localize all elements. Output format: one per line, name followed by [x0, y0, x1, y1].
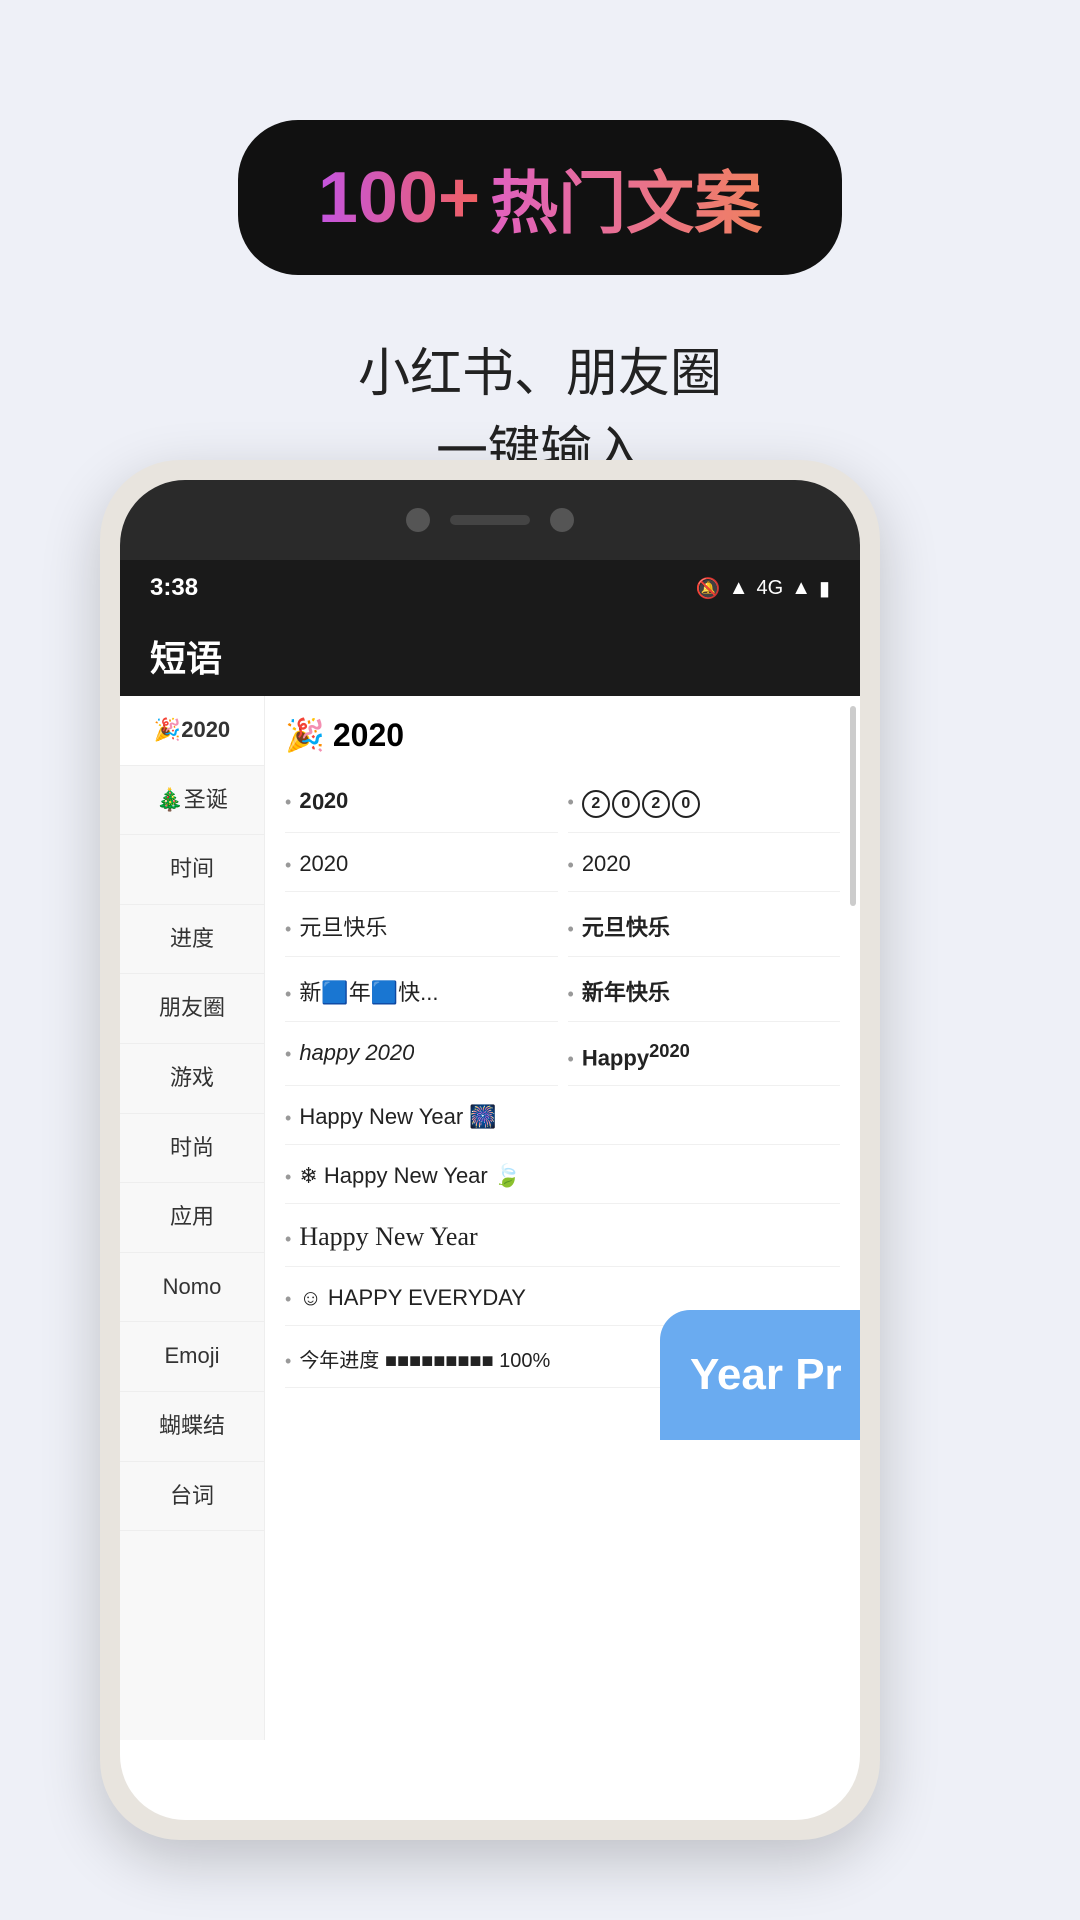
wifi-icon: ▲ [729, 577, 749, 600]
bullet: • [568, 855, 574, 876]
category-emoji: 🎉 [285, 716, 325, 754]
list-item[interactable]: • Happy2020 [568, 1026, 841, 1086]
camera-dot-2 [550, 508, 574, 532]
phone-inner: 3:38 🔕 ▲ 4G ▲ ▮ 短语 🎉2020 🎄圣诞 [120, 480, 860, 1820]
sidebar-item-moments[interactable]: 朋友圈 [120, 974, 264, 1044]
item-xinnian2: 新年快乐 [582, 975, 670, 1007]
signal-icon: ▲ [791, 577, 811, 600]
list-item[interactable]: • 2020 [568, 837, 841, 892]
app-header: 短语 [120, 616, 860, 696]
list-item[interactable]: • Happy New Year [285, 1208, 840, 1267]
item-2020-stylized: 2020 [299, 788, 348, 814]
list-item[interactable]: • 元旦快乐 [568, 896, 841, 957]
speech-bubble: Year Pr [660, 1310, 860, 1440]
list-item[interactable]: • 2020 [285, 837, 558, 892]
bullet: • [285, 1044, 291, 1065]
badge-text: 热门文案 [490, 148, 762, 247]
status-icons: 🔕 ▲ 4G ▲ ▮ [696, 576, 830, 601]
list-item[interactable]: • 2020 [285, 774, 558, 833]
sidebar-item-app[interactable]: 应用 [120, 1183, 264, 1253]
subtitle-line1: 小红书、朋友圈 [358, 345, 722, 403]
item-newyear-zh: 元旦快乐 [299, 910, 387, 942]
item-hny-script: Happy New Year [299, 1222, 477, 1252]
network-icon: 4G [757, 577, 784, 600]
bullet: • [285, 792, 291, 813]
bullet: • [285, 919, 291, 940]
item-hny-snowflake: ❄ Happy New Year 🍃 [299, 1163, 521, 1189]
list-item[interactable]: • 元旦快乐 [285, 896, 558, 957]
list-item[interactable]: • ❄ Happy New Year 🍃 [285, 1149, 840, 1204]
sidebar-item-christmas[interactable]: 🎄圣诞 [120, 766, 264, 836]
bullet: • [285, 1167, 291, 1188]
item-hny-emoji: Happy New Year 🎆 [299, 1104, 496, 1130]
sidebar-item-nomo[interactable]: Nomo [120, 1253, 264, 1323]
app-content: 🎉2020 🎄圣诞 时间 进度 朋友圈 游戏 时尚 应用 Nomo Emoji … [120, 696, 860, 1740]
sidebar-item-lines[interactable]: 台词 [120, 1462, 264, 1532]
circled-digits: 2 0 2 0 [582, 790, 700, 818]
bullet: • [285, 1108, 291, 1129]
item-2020-plain: 2020 [299, 851, 348, 877]
badge: 100+ 热门文案 [238, 120, 842, 275]
bullet: • [285, 984, 291, 1005]
sidebar-item-game[interactable]: 游戏 [120, 1044, 264, 1114]
bullet: • [285, 1229, 291, 1250]
sidebar-item-progress[interactable]: 进度 [120, 905, 264, 975]
progress-blocks: ■■■■■■■■■ [385, 1350, 494, 1373]
item-happy2020-bold: Happy2020 [582, 1040, 690, 1071]
item-happy2020-italic: happy 2020 [299, 1040, 414, 1066]
status-time: 3:38 [150, 574, 198, 602]
item-progress: 今年进度 ■■■■■■■■■ 100% [299, 1344, 550, 1373]
bullet: • [568, 1049, 574, 1070]
scrollbar[interactable] [850, 706, 856, 906]
top-section: 100+ 热门文案 小红书、朋友圈 一键输入 [0, 0, 1080, 491]
item-2020-circled: 2 0 2 0 [582, 788, 700, 818]
sidebar-item-fashion[interactable]: 时尚 [120, 1114, 264, 1184]
phone-mockup: 3:38 🔕 ▲ 4G ▲ ▮ 短语 🎉2020 🎄圣诞 [100, 460, 880, 1840]
bullet: • [285, 1289, 291, 1310]
item-xinnian: 新🟦年🟦快... [299, 975, 438, 1007]
bullet: • [568, 984, 574, 1005]
bullet: • [568, 919, 574, 940]
sidebar-item-time[interactable]: 时间 [120, 835, 264, 905]
sidebar-item-2020[interactable]: 🎉2020 [120, 696, 264, 766]
list-item[interactable]: • 新🟦年🟦快... [285, 961, 558, 1022]
sidebar-item-bow[interactable]: 蝴蝶结 [120, 1392, 264, 1462]
list-item[interactable]: • happy 2020 [285, 1026, 558, 1086]
category-title: 🎉 2020 [285, 716, 840, 754]
items-grid: • 2020 • 2 0 2 0 [285, 774, 840, 1388]
speech-bubble-text: Year Pr [690, 1350, 842, 1400]
status-bar: 3:38 🔕 ▲ 4G ▲ ▮ [120, 560, 860, 616]
bullet: • [285, 855, 291, 876]
phone-camera-area [120, 480, 860, 560]
category-name: 2020 [333, 717, 404, 754]
list-item[interactable]: • 新年快乐 [568, 961, 841, 1022]
main-content: 🎉 2020 • 2020 • [265, 696, 860, 1740]
item-happy-everyday: ☺ HAPPY EVERYDAY [299, 1285, 526, 1311]
mute-icon: 🔕 [696, 576, 721, 601]
sidebar: 🎉2020 🎄圣诞 时间 进度 朋友圈 游戏 时尚 应用 Nomo Emoji … [120, 696, 265, 1740]
list-item[interactable]: • Happy New Year 🎆 [285, 1090, 840, 1145]
list-item[interactable]: • 2 0 2 0 [568, 774, 841, 833]
sidebar-item-emoji[interactable]: Emoji [120, 1322, 264, 1392]
app-title: 短语 [150, 630, 222, 682]
bullet: • [285, 1351, 291, 1372]
speaker [450, 515, 530, 525]
battery-icon: ▮ [819, 576, 830, 601]
badge-number: 100+ [318, 157, 480, 239]
camera-dot [406, 508, 430, 532]
item-newyear-zh2: 元旦快乐 [582, 910, 670, 942]
item-2020-plain2: 2020 [582, 851, 631, 877]
phone-outer: 3:38 🔕 ▲ 4G ▲ ▮ 短语 🎉2020 🎄圣诞 [100, 460, 880, 1840]
bullet: • [568, 792, 574, 813]
